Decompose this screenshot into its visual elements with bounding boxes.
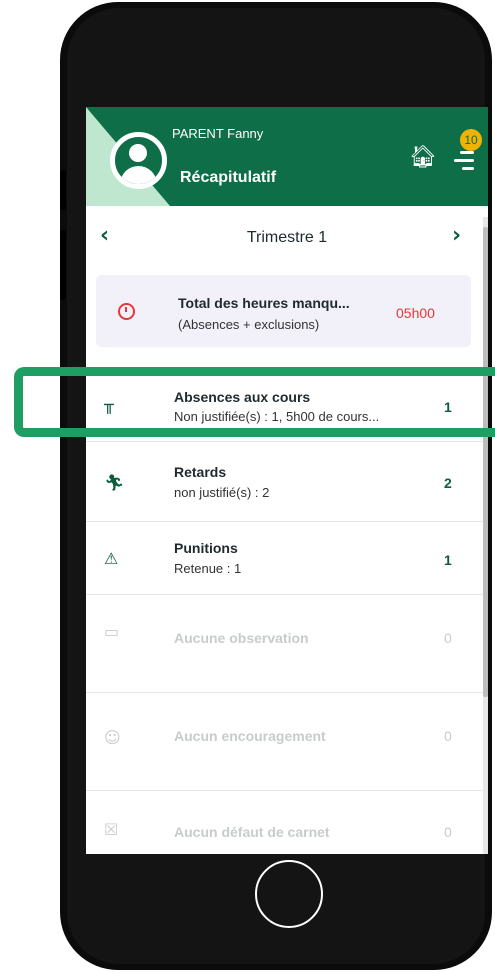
phone-home-button[interactable] (255, 860, 323, 928)
app-screen: PARENT Fanny Récapitulatif 🏠︎ 10 ‹ Trime… (86, 107, 488, 854)
list-item-retards[interactable]: 🏃︎ Retards non justifié(s) : 2 2 (86, 441, 488, 522)
total-hours-value: 05h00 (396, 305, 435, 321)
list-item-title: Retards (174, 464, 227, 480)
notebook-icon: ☒ (104, 820, 119, 839)
avatar-head (129, 144, 147, 162)
highlight-frame (14, 367, 495, 437)
total-hours-card[interactable]: Total des heures manqu... (Absences + ex… (96, 275, 471, 347)
observation-icon: ▭ (104, 622, 120, 641)
list-item-count: 1 (444, 552, 452, 568)
term-label: Trimestre 1 (246, 229, 328, 246)
list-item-observation: ▭ Aucune observation 0 (86, 594, 488, 693)
list-item-subtitle: non justifié(s) : 2 (174, 485, 270, 500)
user-name: PARENT Fanny (172, 126, 264, 141)
running-icon: 🏃︎ (104, 473, 125, 492)
app-header: PARENT Fanny Récapitulatif 🏠︎ 10 (86, 107, 488, 206)
total-hours-subtitle: (Absences + exclusions) (178, 317, 320, 332)
smiley-icon: ☺︎ (104, 728, 121, 747)
term-selector: ‹ Trimestre 1 › (86, 217, 488, 261)
list-item-count: 2 (444, 475, 452, 491)
list-item-punitions[interactable]: ⚠︎ Punitions Retenue : 1 1 (86, 521, 488, 595)
scrollbar-thumb[interactable] (483, 227, 488, 697)
list-item-title: Punitions (174, 540, 238, 556)
list-item-title: Aucun encouragement (174, 728, 326, 744)
list-item-subtitle: Retenue : 1 (174, 561, 242, 576)
phone-volume-button (60, 230, 66, 300)
list-item-count: 0 (444, 630, 452, 646)
warning-icon: ⚠︎ (104, 549, 119, 568)
notification-badge[interactable]: 10 (460, 129, 482, 151)
avatar-body (120, 166, 157, 184)
list-item-title: Aucun défaut de carnet (174, 824, 330, 840)
page-title: Récapitulatif (180, 169, 277, 186)
phone-side-button (60, 170, 66, 210)
list-item-count: 0 (444, 728, 452, 744)
list-item-carnet: ☒ Aucun défaut de carnet 0 (86, 790, 488, 854)
list-item-title: Aucune observation (174, 630, 309, 646)
chevron-right-icon[interactable]: › (452, 223, 461, 248)
home-icon[interactable]: 🏠︎ (409, 145, 437, 170)
list-item-count: 0 (444, 824, 452, 840)
avatar[interactable] (110, 132, 167, 189)
scrollbar[interactable] (483, 217, 488, 854)
clock-icon (118, 303, 135, 320)
total-hours-title: Total des heures manqu... (178, 295, 350, 311)
list-item-encouragement: ☺︎ Aucun encouragement 0 (86, 692, 488, 791)
